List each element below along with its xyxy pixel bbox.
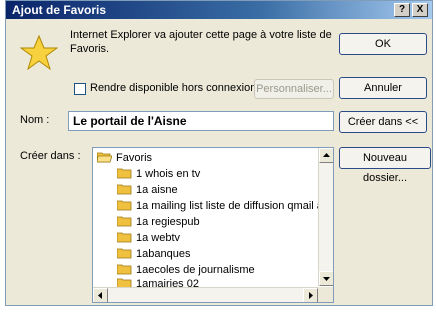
folder-icon	[117, 200, 132, 210]
arrow-right-icon	[309, 292, 313, 299]
cancel-button[interactable]: Annuler	[339, 77, 427, 99]
scroll-right-button[interactable]	[303, 288, 318, 302]
tree-root-label: Favoris	[116, 152, 153, 164]
tree-item-label: 1 whois en tv	[136, 168, 201, 180]
folder-icon	[117, 168, 132, 178]
tree-item-label: 1aecoles de journalisme	[136, 264, 255, 276]
folder-icon	[117, 184, 132, 194]
arrow-left-icon	[98, 292, 102, 299]
create-in-label: Créer dans :	[20, 150, 81, 162]
arrow-up-icon	[323, 153, 330, 157]
folder-icon	[117, 216, 132, 226]
customize-button[interactable]: Personnaliser...	[254, 79, 334, 99]
horizontal-scrollbar[interactable]	[93, 287, 318, 302]
folder-icon	[117, 264, 132, 274]
tree-item-label: 1a regiespub	[136, 216, 200, 228]
tree-item-label: 1a aisne	[136, 184, 178, 196]
info-message: Internet Explorer va ajouter cette page …	[70, 29, 332, 55]
scroll-down-button[interactable]	[319, 271, 333, 286]
tree-item-label: 1abanques	[136, 248, 191, 260]
ok-button[interactable]: OK	[339, 33, 427, 55]
open-folder-icon	[97, 152, 112, 162]
name-label: Nom :	[20, 114, 50, 126]
tree-item-label: 1a webtv	[136, 232, 181, 244]
tree-root-favoris[interactable]: Favoris	[97, 150, 152, 166]
window-title: Ajout de Favoris	[12, 3, 107, 17]
offline-checkbox-label: Rendre disponible hors connexion	[90, 82, 257, 94]
tree-item[interactable]: 1a mailing list liste de diffusion qmail…	[117, 198, 328, 214]
vertical-scrollbar[interactable]	[318, 148, 333, 286]
scrollbar-corner	[318, 287, 333, 302]
folder-icon	[117, 232, 132, 242]
add-favorite-dialog: Ajout de Favoris ? X Internet Explorer v…	[5, 0, 433, 306]
scroll-left-button[interactable]	[93, 288, 108, 302]
help-button[interactable]: ?	[394, 3, 410, 17]
favorites-star-icon	[20, 35, 58, 71]
offline-checkbox[interactable]	[74, 83, 86, 95]
folder-icon	[117, 248, 132, 258]
create-in-button[interactable]: Créer dans <<	[339, 111, 427, 133]
scroll-up-button[interactable]	[319, 148, 333, 163]
tree-item[interactable]: 1a aisne	[117, 182, 178, 198]
tree-item[interactable]: 1a webtv	[117, 230, 180, 246]
tree-item-label: 1a mailing list liste de diffusion qmail…	[136, 200, 329, 212]
title-bar[interactable]: Ajout de Favoris ? X	[6, 1, 432, 19]
tree-item[interactable]: 1abanques	[117, 246, 190, 262]
new-folder-button[interactable]: Nouveau dossier...	[339, 147, 431, 184]
arrow-down-icon	[323, 277, 330, 281]
name-input[interactable]: Le portail de l'Aisne	[68, 111, 334, 131]
folder-tree[interactable]: Favoris 1 whois en tv 1a aisne 1a mailin…	[92, 147, 334, 303]
tree-item[interactable]: 1a regiespub	[117, 214, 200, 230]
tree-item[interactable]: 1 whois en tv	[117, 166, 200, 182]
close-button[interactable]: X	[412, 3, 428, 17]
